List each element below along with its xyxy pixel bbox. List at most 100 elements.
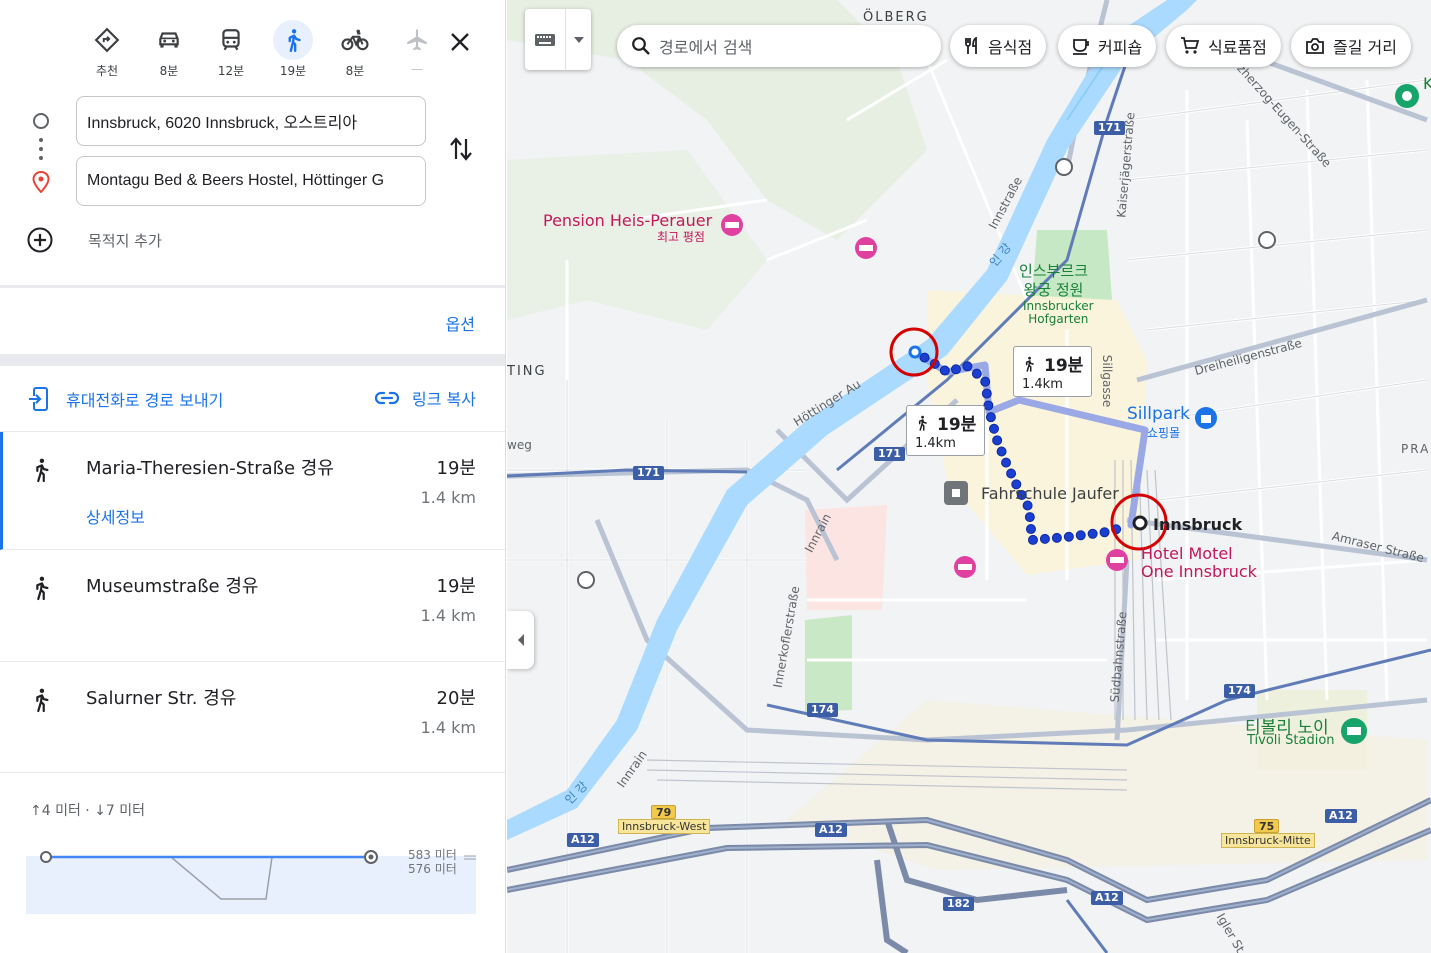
route-dot (1006, 468, 1017, 479)
route-dot (950, 364, 961, 375)
destination-value: Montagu Bed & Beers Hostel, Höttinger G (87, 172, 385, 189)
elevation-min-label: 576 미터 (408, 862, 457, 876)
restaurant-icon (965, 37, 977, 54)
dropdown-arrow-icon (573, 36, 584, 43)
divider (0, 354, 505, 366)
route-option[interactable]: Salurner Str. 경유 20분 1.4 km (0, 662, 505, 773)
route-details-link[interactable]: 상세정보 (86, 504, 145, 528)
map-label-tivoli-de: Tivoli Stadion (1247, 733, 1335, 748)
route-dot (1087, 528, 1098, 539)
map-canvas[interactable]: ÖLBERG TING weg Pension Heis-Perauer 최고 … (507, 0, 1431, 953)
destination-input[interactable]: Montagu Bed & Beers Hostel, Höttinger G (76, 156, 426, 206)
hotel-poi-icon[interactable] (1106, 549, 1128, 571)
route-option[interactable]: Maria-Theresien-Straße 경유 19분 1.4 km 상세정… (0, 432, 505, 550)
place-marker-icon[interactable] (1395, 84, 1419, 108)
destination-endpoint-marker[interactable] (908, 345, 922, 359)
route-name: Museumstraße 경유 (86, 576, 259, 597)
route-dot (939, 365, 950, 376)
coffee-chip[interactable]: 커피숍 (1058, 25, 1157, 67)
mode-label: 추천 (95, 64, 119, 78)
map-label-district: PRA (1401, 442, 1431, 456)
groceries-chip[interactable]: 식료품점 (1166, 25, 1281, 67)
cart-icon (1181, 37, 1200, 54)
send-to-phone-button[interactable]: 휴대전화로 경로 보내기 (28, 386, 223, 412)
road-shield: 171 (633, 466, 664, 480)
exit-label: Innsbruck-West (618, 819, 711, 834)
shopping-poi-icon[interactable] (1195, 407, 1217, 429)
keyboard-icon (535, 33, 555, 46)
send-to-phone-label: 휴대전화로 경로 보내기 (66, 391, 224, 410)
mode-cycling[interactable]: 8분 (324, 20, 386, 80)
route-dot (1001, 457, 1012, 468)
origin-input[interactable]: Innsbruck, 6020 Innsbruck, 오스트리아 (76, 96, 426, 146)
route-dot (980, 376, 991, 387)
route-time-distance: 1.4km (1022, 377, 1063, 392)
route-search-input[interactable]: 경로에서 검색 (617, 25, 941, 67)
input-tools-button[interactable] (525, 9, 591, 70)
map-label-hofgarten-ko[interactable]: 인스부르크 왕궁 정원 (1019, 262, 1088, 300)
mode-flight[interactable]: — (386, 20, 448, 80)
restaurants-chip[interactable]: 음식점 (950, 25, 1047, 67)
route-duration: 19분 (436, 576, 476, 597)
things-to-do-chip[interactable]: 즐길 거리 (1291, 25, 1411, 67)
road-shield: A12 (815, 823, 847, 837)
waypoint-dot (39, 138, 43, 142)
chip-label: 커피숍 (1098, 38, 1143, 57)
stadium-poi-icon[interactable] (1341, 718, 1367, 744)
mode-label: 8분 (159, 64, 179, 78)
chevron-left-icon (517, 634, 524, 646)
add-destination-button[interactable]: 목적지 추가 (26, 226, 162, 254)
route-time-box[interactable]: 19분 1.4km (906, 405, 986, 456)
chip-label: 즐길 거리 (1333, 38, 1397, 57)
route-duration: 20분 (436, 688, 476, 709)
walk-icon (1025, 356, 1034, 372)
route-time-distance: 1.4km (915, 436, 956, 451)
swap-origin-destination-button[interactable] (444, 132, 478, 166)
route-dot (1024, 512, 1035, 523)
mode-walking[interactable]: 19분 (262, 20, 324, 80)
share-row: 휴대전화로 경로 보내기 링크 복사 (0, 366, 505, 432)
place-poi-icon[interactable] (944, 481, 968, 505)
route-dot (985, 412, 996, 423)
route-dot (1039, 533, 1050, 544)
options-button[interactable]: 옵션 (446, 311, 475, 335)
hotel-poi-icon[interactable] (855, 237, 877, 259)
mode-transit[interactable]: 12분 (200, 20, 262, 80)
road-shield: A12 (1091, 891, 1123, 905)
mode-recommended[interactable]: 추천 (76, 20, 138, 80)
walk-icon (30, 574, 52, 606)
walk-icon (30, 686, 52, 718)
map-label-olberg: ÖLBERG (863, 10, 929, 25)
car-icon (149, 20, 189, 60)
route-time-box[interactable]: 19분 1.4km (1013, 346, 1093, 397)
copy-link-button[interactable]: 링크 복사 (374, 386, 476, 410)
hotel-poi-icon[interactable] (721, 214, 743, 236)
route-dot (1027, 534, 1038, 545)
map-label-fahrschule[interactable]: Fahrschule Jaufer (981, 484, 1119, 503)
transit-station-icon[interactable] (1055, 158, 1073, 176)
hotel-poi-icon[interactable] (954, 556, 976, 578)
send-to-phone-icon (29, 387, 48, 411)
waypoint-dot (39, 156, 43, 160)
map-label-hotel-motel[interactable]: Hotel Motel One Innsbruck (1141, 545, 1257, 581)
route-dot (983, 400, 994, 411)
route-dot (1099, 527, 1110, 538)
map-label-place: K (1423, 74, 1431, 93)
walk-icon (30, 456, 52, 488)
route-option[interactable]: Museumstraße 경유 19분 1.4 km (0, 550, 505, 662)
chip-label: 음식점 (988, 38, 1033, 57)
road-shield: 79 (651, 805, 677, 819)
origin-endpoint-marker[interactable] (1132, 515, 1148, 531)
map-label-innsbruck[interactable]: Innsbruck (1153, 515, 1242, 534)
close-icon (451, 33, 469, 51)
mode-driving[interactable]: 8분 (138, 20, 200, 80)
transit-station-icon[interactable] (577, 571, 595, 589)
route-distance: 1.4 km (420, 488, 476, 507)
close-directions-button[interactable] (440, 22, 480, 62)
map-label-street: weg (507, 438, 532, 452)
collapse-panel-button[interactable] (507, 611, 534, 669)
mode-label: — (411, 62, 423, 76)
transit-station-icon[interactable] (1258, 231, 1276, 249)
map-label-hofgarten-de: Innsbrucker Hofgarten (1023, 299, 1094, 326)
map-label-sillpark[interactable]: Sillpark (1127, 404, 1190, 424)
